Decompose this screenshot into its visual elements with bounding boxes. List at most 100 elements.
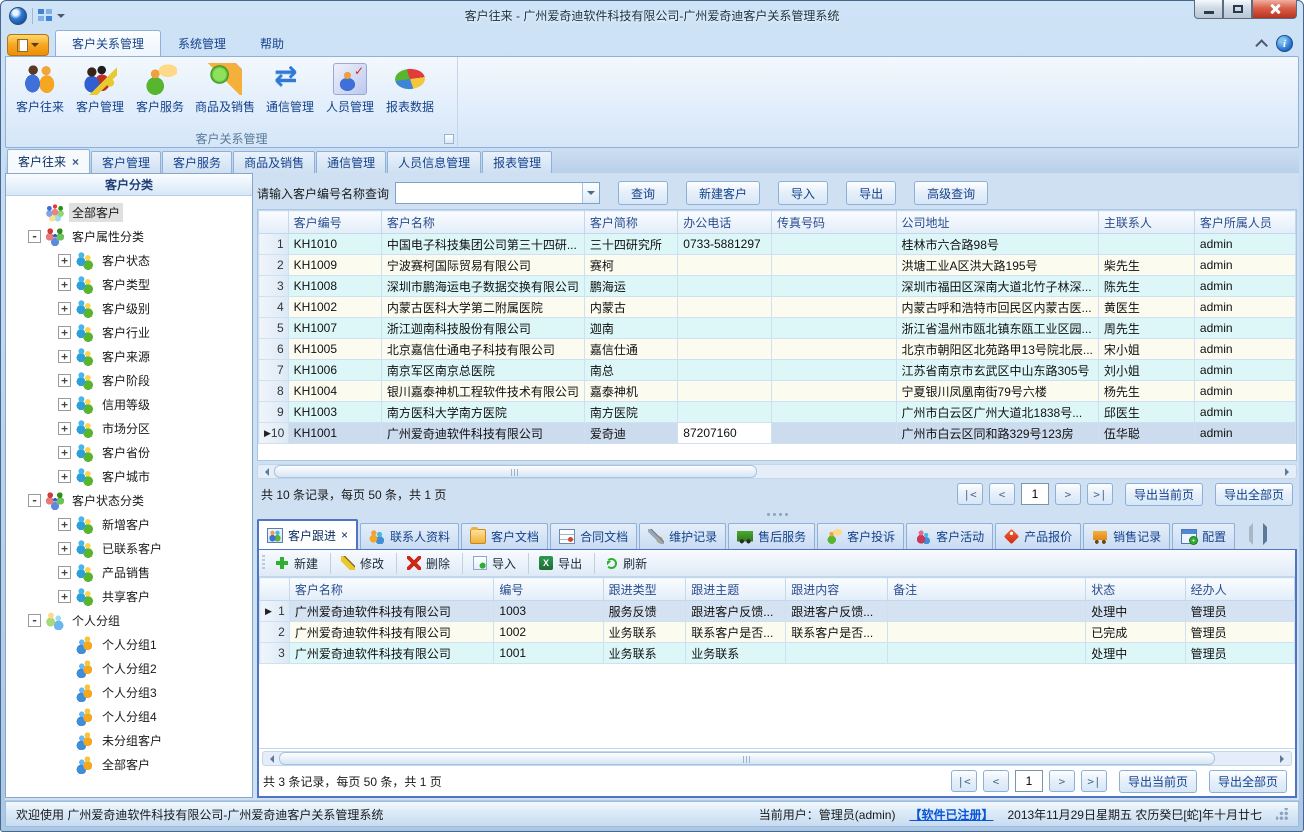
col-customer-name[interactable]: 客户名称 [289,578,494,601]
tree-expander-icon[interactable]: - [28,230,41,243]
tree-item[interactable]: 个人分组2 [6,656,252,680]
table-row[interactable]: 8 KH1004 银川嘉泰神机工程软件技术有限公司 嘉泰神机 宁夏银川凤凰南街7… [259,381,1296,402]
scroll-left-icon[interactable] [258,465,274,478]
minimize-button[interactable] [1194,0,1223,19]
col-follow-content[interactable]: 跟进内容 [786,578,888,601]
col-follow-type[interactable]: 跟进类型 [603,578,686,601]
category-settings-icon[interactable] [232,177,248,192]
tab-close-icon[interactable]: × [341,528,348,542]
tree-item[interactable]: + 客户来源 [6,344,252,368]
document-tab[interactable]: 商品及销售 [233,151,315,173]
ribbon-button[interactable]: 客户往来 [10,61,70,117]
tree-item[interactable]: + 客户城市 [6,464,252,488]
tree-expander-icon[interactable]: + [58,326,71,339]
tree-item[interactable]: 个人分组4 [6,704,252,728]
tabs-scroll-right-icon[interactable] [1261,527,1271,541]
app-menu-button[interactable] [7,34,49,56]
tree-item[interactable]: - 客户属性分类 [6,224,252,248]
table-row[interactable]: 5 KH1007 浙江迦南科技股份有限公司 迦南 浙江省温州市瓯北镇东瓯工业区园… [259,318,1296,339]
first-page-button[interactable]: |< [951,770,977,792]
table-row[interactable]: 2 广州爱奇迪软件科技有限公司 1002 业务联系 联系客户是否... 联系客户… [260,622,1295,643]
col-customer-name[interactable]: 客户名称 [381,211,584,234]
splitter-handle[interactable] [257,509,1297,519]
table-row[interactable]: 2 KH1009 宁波赛柯国际贸易有限公司 赛柯 洪塘工业A区洪大路195号 柴… [259,255,1296,276]
col-address[interactable]: 公司地址 [896,211,1098,234]
ribbon-button[interactable]: 客户管理 [70,61,130,117]
detail-tab[interactable]: 合同文档 [550,523,637,549]
col-number[interactable]: 编号 [494,578,603,601]
ribbon-tab-crm[interactable]: 客户关系管理 [55,30,161,56]
toolbar-button[interactable]: 刷新 [594,553,653,574]
last-page-button[interactable]: >| [1081,770,1107,792]
detail-tab[interactable]: 产品报价 [995,523,1081,549]
close-button[interactable] [1252,0,1297,19]
search-input[interactable] [396,183,582,203]
tree-expander-icon[interactable]: + [58,422,71,435]
ribbon-button[interactable]: 客户服务 [130,61,190,117]
table-row[interactable]: 1 KH1010 中国电子科技集团公司第三十四研... 三十四研究所 0733-… [259,234,1296,255]
tree-item[interactable]: + 市场分区 [6,416,252,440]
table-row[interactable]: 6 KH1005 北京嘉信仕通电子科技有限公司 嘉信仕通 北京市朝阳区北苑路甲1… [259,339,1296,360]
toolbar-button[interactable]: 删除 [396,553,456,574]
table-row[interactable]: 9 KH1003 南方医科大学南方医院 南方医院 广州市白云区广州大道北1838… [259,402,1296,423]
ribbon-button[interactable]: 通信管理 [260,61,320,117]
tree-item[interactable]: 全部客户 [6,200,252,224]
tree-item[interactable]: 全部客户 [6,752,252,776]
col-handler[interactable]: 经办人 [1185,578,1294,601]
tree-expander-icon[interactable]: + [58,470,71,483]
tree-item[interactable]: - 客户状态分类 [6,488,252,512]
tree-item[interactable]: + 新增客户 [6,512,252,536]
tree-expander-icon[interactable]: - [28,614,41,627]
tree-item[interactable]: 个人分组3 [6,680,252,704]
col-fax[interactable]: 传真号码 [772,211,897,234]
col-follow-subject[interactable]: 跟进主题 [686,578,786,601]
scroll-right-icon[interactable] [1275,752,1291,765]
toolbar-button[interactable]: 导入 [462,553,522,574]
document-tab[interactable]: 客户服务 [162,151,232,173]
table-row[interactable]: 3 广州爱奇迪软件科技有限公司 1001 业务联系 业务联系 处理中 管理员 [260,643,1295,664]
tree-item[interactable]: 未分组客户 [6,728,252,752]
export-all-pages-button[interactable]: 导出全部页 [1209,770,1287,793]
tree-expander-icon[interactable]: + [58,374,71,387]
tree-expander-icon[interactable]: + [58,254,71,267]
tree-expander-icon[interactable]: + [58,398,71,411]
detail-tab[interactable]: 客户文档 [461,523,548,549]
tree-expander-icon[interactable]: - [28,494,41,507]
col-owner[interactable]: 客户所属人员 [1194,211,1295,234]
info-icon[interactable]: i [1276,35,1293,52]
col-note[interactable]: 备注 [888,578,1086,601]
tree-expander-icon[interactable]: + [58,518,71,531]
license-status-link[interactable]: 【软件已注册】 [909,806,993,823]
detail-tab[interactable]: 联系人资料 [360,523,459,549]
ribbon-tab-help[interactable]: 帮助 [243,30,301,56]
col-customer-code[interactable]: 客户编号 [288,211,381,234]
tree-expander-icon[interactable]: + [58,302,71,315]
export-current-page-button[interactable]: 导出当前页 [1119,770,1197,793]
detail-tab[interactable]: 销售记录 [1083,523,1170,549]
tree-item[interactable]: - 个人分组 [6,608,252,632]
page-number-input[interactable] [1021,483,1049,505]
tree-expander-icon[interactable]: + [58,446,71,459]
document-tab[interactable]: 客户往来 × [7,149,90,173]
table-row[interactable]: ▶10 KH1001 广州爱奇迪软件科技有限公司 爱奇迪 87207160 广州… [259,423,1296,444]
export-button[interactable]: 导出 [846,181,896,205]
export-current-page-button[interactable]: 导出当前页 [1125,483,1203,506]
tree-expander-icon[interactable]: + [58,590,71,603]
first-page-button[interactable]: |< [957,483,983,505]
toolbar-button[interactable]: 新建 [269,553,324,574]
maximize-button[interactable] [1223,0,1252,19]
import-button[interactable]: 导入 [778,181,828,205]
tree-item[interactable]: + 产品销售 [6,560,252,584]
detail-tab[interactable]: 客户跟进 × [257,519,358,549]
table-row[interactable]: 4 KH1002 内蒙古医科大学第二附属医院 内蒙古 内蒙古呼和浩特市回民区内蒙… [259,297,1296,318]
tree-expander-icon[interactable]: + [58,542,71,555]
detail-tab[interactable]: 客户投诉 [817,523,904,549]
tree-expander-icon[interactable]: + [58,566,71,579]
tree-expander-icon[interactable]: + [58,350,71,363]
next-page-button[interactable]: > [1049,770,1075,792]
page-number-input[interactable] [1015,770,1043,792]
export-all-pages-button[interactable]: 导出全部页 [1215,483,1293,506]
detail-tab[interactable]: 配置 [1172,523,1235,549]
scrollbar-thumb[interactable] [279,752,1215,765]
ribbon-button[interactable]: 商品及销售 [190,61,260,117]
